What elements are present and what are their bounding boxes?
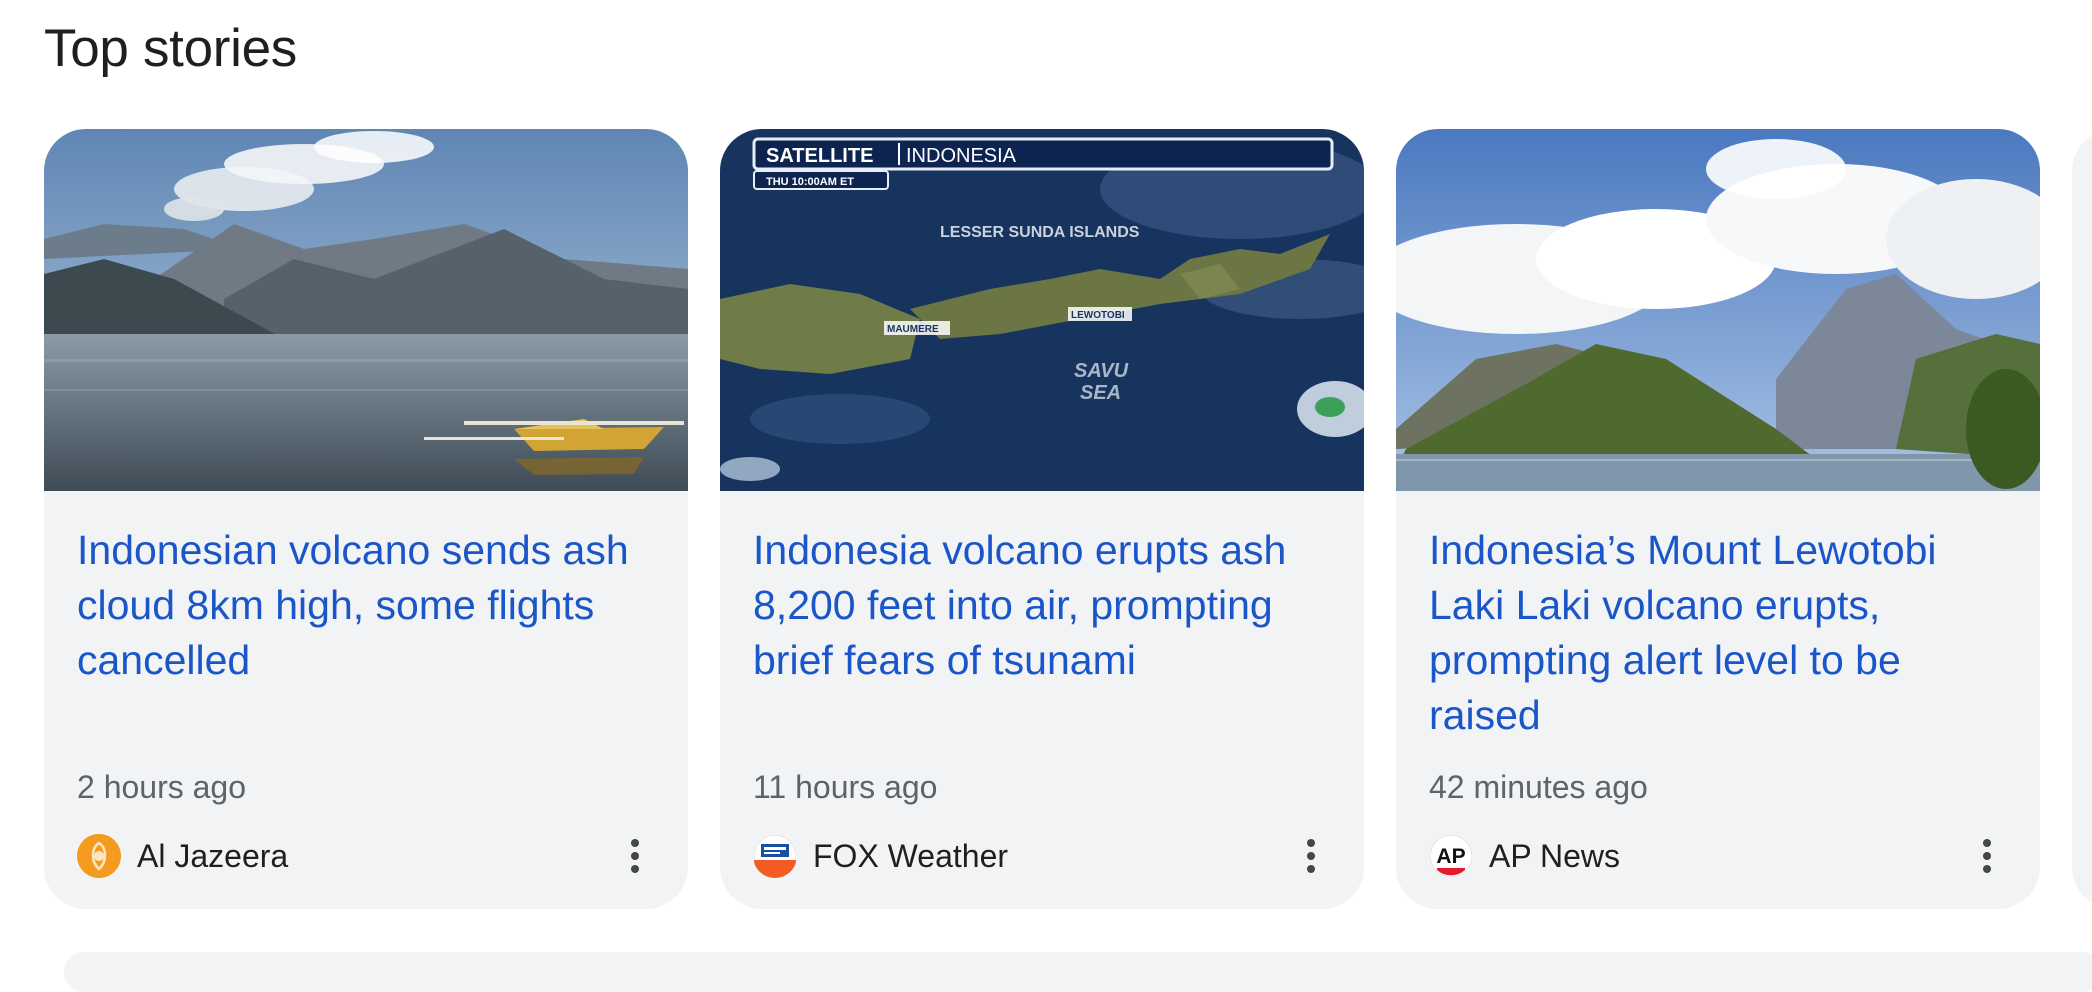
story-headline[interactable]: Indonesia volcano erupts ash 8,200 feet …	[753, 523, 1343, 688]
story-card[interactable]: Indonesia’s Mount Lewotobi Laki Laki vol…	[1396, 129, 2040, 909]
source-name: AP News	[1489, 838, 1621, 874]
story-timestamp: 2 hours ago	[77, 769, 247, 805]
story-source: FOX Weather	[753, 831, 1343, 881]
map-sea-label: SEA	[1080, 382, 1121, 404]
story-timestamp: 42 minutes ago	[1429, 769, 1648, 805]
story-headline[interactable]: Indonesian volcano sends ash cloud 8km h…	[77, 523, 667, 688]
source-name: FOX Weather	[813, 838, 1009, 874]
ap-news-logo-icon: AP	[1429, 834, 1473, 878]
top-stories-carousel: Indonesian volcano sends ash cloud 8km h…	[44, 129, 2092, 909]
map-city-label: MAUMERE	[887, 324, 939, 335]
satellite-banner-label: SATELLITE	[766, 145, 873, 167]
story-thumbnail-image[interactable]	[1396, 129, 2040, 491]
fox-weather-logo-icon	[753, 834, 797, 878]
source-name: Al Jazeera	[137, 838, 289, 874]
story-card[interactable]: Indonesian volcano sends ash cloud 8km h…	[44, 129, 688, 909]
more-options-icon[interactable]	[1967, 831, 2007, 881]
satellite-banner-region: INDONESIA	[906, 145, 1017, 167]
story-source: AP AP News	[1429, 831, 2019, 881]
al-jazeera-logo-icon	[77, 834, 121, 878]
story-thumbnail-image[interactable]	[44, 129, 688, 491]
more-options-icon[interactable]	[615, 831, 655, 881]
ap-logo-text: AP	[1436, 845, 1465, 868]
next-section-container	[64, 952, 2092, 992]
map-sea-label: SAVU	[1074, 360, 1129, 382]
story-card-peek[interactable]	[2072, 129, 2092, 909]
satellite-banner-time: THU 10:00AM ET	[766, 176, 854, 188]
story-headline[interactable]: Indonesia’s Mount Lewotobi Laki Laki vol…	[1429, 523, 2019, 743]
map-city-label: LEWOTOBI	[1071, 310, 1125, 321]
story-source: Al Jazeera	[77, 831, 667, 881]
story-card[interactable]: SATELLITE INDONESIA THU 10:00AM ET LESSE…	[720, 129, 1364, 909]
section-title: Top stories	[44, 19, 297, 78]
story-thumbnail-image[interactable]: SATELLITE INDONESIA THU 10:00AM ET LESSE…	[720, 129, 1364, 491]
story-timestamp: 11 hours ago	[753, 769, 938, 805]
map-region-label: LESSER SUNDA ISLANDS	[940, 224, 1140, 241]
more-options-icon[interactable]	[1291, 831, 1331, 881]
